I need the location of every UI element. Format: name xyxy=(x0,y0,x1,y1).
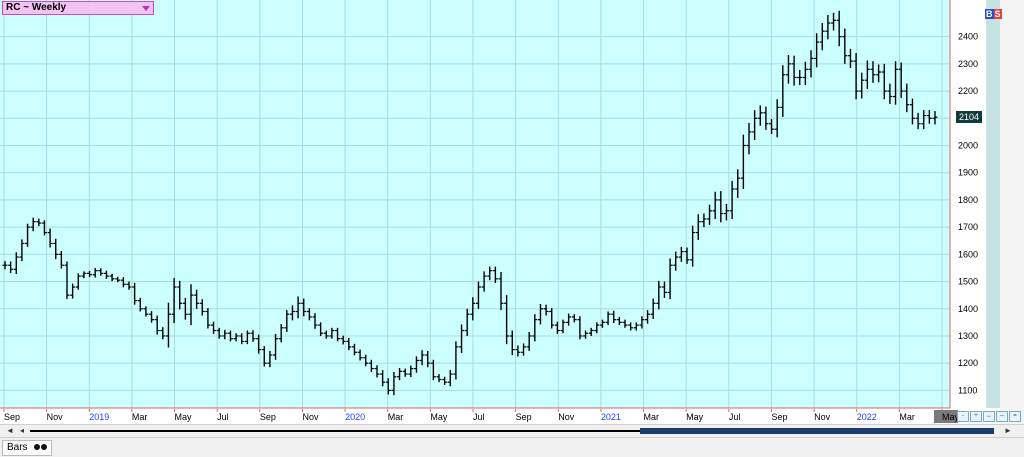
last-price-tag: 2104 xyxy=(956,111,982,124)
symbol-title: RC ~ Weekly xyxy=(6,2,67,13)
year-tick-label: 2020 xyxy=(345,412,365,422)
month-tick-label: Jul xyxy=(217,412,229,422)
price-tick-label: 1100 xyxy=(958,385,977,395)
year-tick-label: 2022 xyxy=(857,412,877,422)
month-tick-label: Nov xyxy=(47,412,64,422)
buy-badge[interactable]: B xyxy=(985,9,994,19)
compress-icon[interactable]: ↔ xyxy=(983,411,995,422)
year-tick-label: 2019 xyxy=(89,412,109,422)
year-tick-label: 2021 xyxy=(601,412,621,422)
price-tick-label: 1400 xyxy=(958,304,978,314)
bottom-toolbar: Bars xyxy=(0,437,1024,457)
price-tick-label: 1200 xyxy=(958,358,978,368)
price-chart[interactable]: 1100 1200 1300 1400 1500 1600 1700 1800 1900 2000… xyxy=(0,0,1024,424)
scroll-thumb[interactable] xyxy=(640,428,994,434)
month-tick-label: Sep xyxy=(516,412,532,422)
price-tick-label: 2300 xyxy=(958,59,978,69)
price-tick-label: 1500 xyxy=(958,277,978,287)
scroll-right-icon[interactable]: ► xyxy=(1002,426,1014,436)
price-tick-label: 1900 xyxy=(958,168,978,178)
time-axis-labels: Sep Nov 2019 Mar May Jul Sep Nov 2020 Mar May Jul Se… xyxy=(3,409,960,423)
scroll-left-icon[interactable]: ◄ xyxy=(4,426,16,436)
link-icon[interactable] xyxy=(33,441,48,455)
price-tick-label: 2400 xyxy=(958,32,978,42)
month-tick-label: Jul xyxy=(473,412,485,422)
price-tick-label: 1300 xyxy=(958,331,978,341)
time-scrollbar[interactable]: ◄ ◂ ► xyxy=(0,424,1024,437)
price-tick-label: 1600 xyxy=(958,249,978,259)
symbol-selector[interactable]: RC ~ Weekly xyxy=(2,1,154,15)
reset-icon[interactable]: = xyxy=(1009,411,1021,422)
month-tick-label: Sep xyxy=(4,412,20,422)
month-tick-label: Mar xyxy=(388,412,404,422)
price-tick-label: 2000 xyxy=(958,140,978,150)
dropdown-arrow-icon[interactable] xyxy=(142,6,150,11)
scroll-left-small-icon[interactable]: ◂ xyxy=(16,426,28,436)
month-tick-label: May xyxy=(175,412,193,422)
expand-icon[interactable]: ⇔ xyxy=(996,411,1008,422)
right-panel xyxy=(1000,0,1024,424)
month-tick-label: Nov xyxy=(558,412,575,422)
sell-badge[interactable]: S xyxy=(993,9,1002,19)
zoom-in-icon[interactable]: + xyxy=(970,411,982,422)
month-tick-label: Nov xyxy=(814,412,831,422)
month-tick-label: Mar xyxy=(899,412,915,422)
plot-background xyxy=(0,0,950,408)
month-tick-label: Mar xyxy=(644,412,660,422)
bars-tab[interactable]: Bars xyxy=(2,440,53,456)
month-tick-label: May xyxy=(430,412,448,422)
price-tick-label: 1800 xyxy=(958,195,978,205)
month-tick-label: May xyxy=(686,412,704,422)
month-tick-label: Sep xyxy=(260,412,276,422)
month-tick-label: Nov xyxy=(302,412,319,422)
zoom-out-icon[interactable]: - xyxy=(957,411,969,422)
price-tick-label: 1700 xyxy=(958,222,978,232)
bars-tab-label: Bars xyxy=(7,442,28,453)
price-tick-label: 2200 xyxy=(958,86,978,96)
right-scrollbar[interactable] xyxy=(986,0,1000,408)
month-tick-label: Mar xyxy=(132,412,148,422)
month-tick-label: Sep xyxy=(771,412,787,422)
month-tick-label: Jul xyxy=(729,412,741,422)
bs-badge[interactable]: BS xyxy=(985,9,1002,19)
